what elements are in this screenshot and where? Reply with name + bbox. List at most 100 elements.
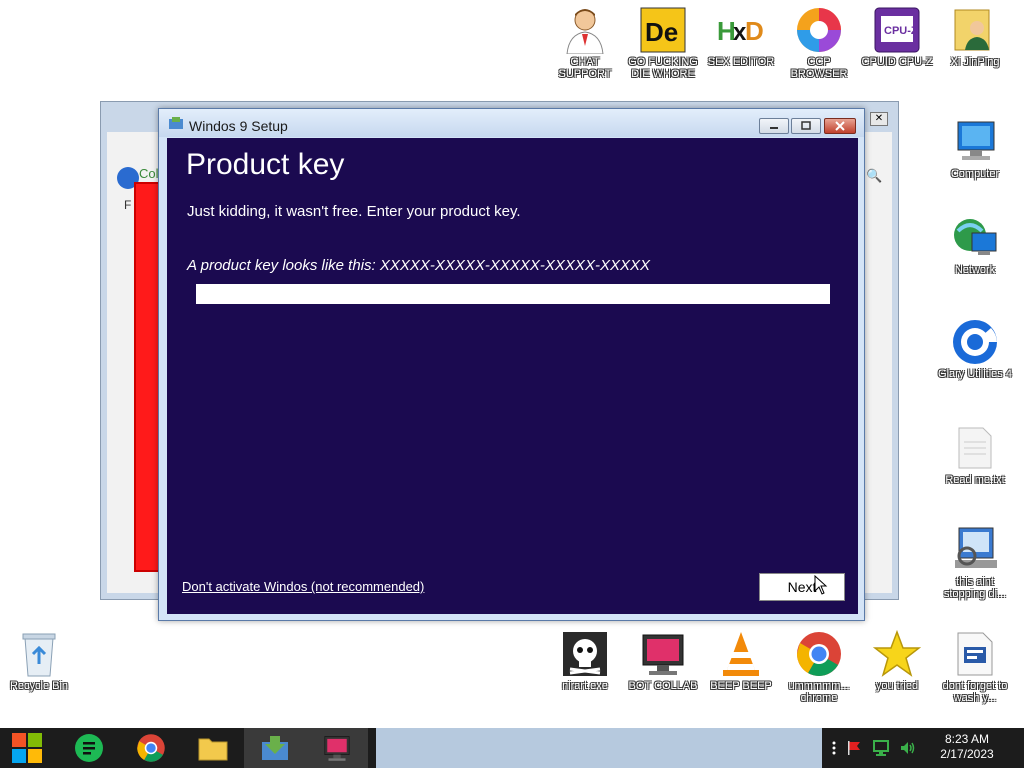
network-tray-icon[interactable] [872,740,890,756]
icon-label: Recycle Bin [9,680,69,692]
dont-activate-link[interactable]: Don't activate Windos (not recommended) [182,579,424,594]
setup-app-icon [169,117,183,129]
desktop-icon-chrome[interactable]: ummmmm... chrome [780,630,858,704]
tray-overflow-icon[interactable] [832,740,836,756]
desktop-icon-network[interactable]: Network [936,214,1014,276]
product-key-input[interactable] [196,284,830,304]
start-button[interactable] [0,728,54,768]
batch-file-icon [951,630,999,678]
taskbar-app-chrome[interactable] [120,728,182,768]
icon-label: this aint stopping di... [943,576,1007,600]
desktop-icon-computer[interactable]: Computer [936,118,1014,180]
icon-label: Glary Utilities 4 [938,368,1012,380]
close-button[interactable] [824,118,856,134]
taskbar-app-explorer[interactable] [182,728,244,768]
desktop-icon-sex-editor[interactable]: HxD SEX EDITOR [702,6,780,68]
recycle-bin-icon [15,630,63,678]
minimize-button[interactable] [759,118,789,134]
volume-icon[interactable] [900,740,916,756]
desktop-icon-you-tried[interactable]: you tried [858,630,936,692]
notes-app-icon [75,734,103,762]
setup-content: Product key Just kidding, it wasn't free… [167,138,858,614]
desktop: CHAT SUPPORT De GO FUCKING DIE WHORE HxD… [0,0,1024,728]
next-button[interactable]: Next [759,573,845,601]
desktop-icon-not-stopping[interactable]: this aint stopping di... [936,526,1014,600]
minimize-icon [770,127,778,129]
glary-icon [951,318,999,366]
maximize-button[interactable] [791,118,821,134]
icon-label: ummmmm... chrome [788,680,850,704]
icon-label: CHAT SUPPORT [558,56,612,80]
mouse-cursor-icon [814,575,828,595]
taskbar-app-notes[interactable] [58,728,120,768]
skull-icon [561,630,609,678]
desktop-icon-nirart[interactable]: nirart.exe [546,630,624,692]
product-key-hint: A product key looks like this: XXXXX-XXX… [187,257,650,274]
desktop-icon-cpuz[interactable]: CPU-Z CPUID CPU-Z [858,6,936,68]
svg-text:CPU-Z: CPU-Z [884,25,918,37]
chrome-icon [795,630,843,678]
desktop-icon-beep-beep[interactable]: BEEP BEEP [702,630,780,692]
desktop-icon-ccp-browser[interactable]: CCP BROWSER [780,6,858,80]
network-icon [951,214,999,262]
folder-icon [198,738,228,761]
taskbar-app-monitor[interactable] [306,728,368,768]
icon-label: BEEP BEEP [710,680,772,692]
taskbar-app-setup[interactable] [244,728,306,768]
flag-icon[interactable] [846,740,862,756]
icon-label: Xi JinPing [950,56,1000,68]
desktop-icon-bot-collab[interactable]: BOT COLLAB [624,630,702,692]
clock-date: 2/17/2023 [940,747,994,761]
close-icon [835,121,845,131]
monitor-icon [324,736,350,761]
icon-label: CCP BROWSER [790,56,848,80]
desktop-icon-glary[interactable]: Glary Utilities 4 [936,318,1014,380]
windows-logo-icon [12,733,42,763]
desktop-icon-read-me[interactable]: Read me.txt [936,424,1014,486]
desktop-icon-die[interactable]: De GO FUCKING DIE WHORE [624,6,702,80]
die-app-icon: De [639,6,687,54]
chrome-icon [137,734,165,762]
svg-text:De: De [645,17,678,47]
menu-letter: F [124,198,132,212]
monitor-icon [639,630,687,678]
icon-label: CPUID CPU-Z [861,56,933,68]
page-title: Product key [186,148,345,181]
background-close-button[interactable]: ✕ [870,112,888,126]
desktop-icon-chat-support[interactable]: CHAT SUPPORT [546,6,624,80]
icon-label: BOT COLLAB [628,680,698,692]
taskbar-empty-area [376,728,822,768]
desktop-icon-wash[interactable]: dont forget to wash y... [936,630,1014,704]
cpuz-icon: CPU-Z [873,6,921,54]
hxd-icon: HxD [717,6,765,54]
browser-icon [795,6,843,54]
system-tray [826,728,920,768]
icon-label: nirart.exe [562,680,608,692]
computer-icon [951,118,999,166]
title-bar[interactable]: Windos 9 Setup [159,109,864,137]
clock-time: 8:23 AM [944,732,990,746]
icon-label: Read me.txt [945,474,1005,486]
icon-label: Computer [950,168,1000,180]
setup-app-icon [262,736,288,760]
svg-text:D: D [745,16,764,46]
icon-label: GO FUCKING DIE WHORE [628,56,698,80]
setup-window[interactable]: Windos 9 Setup Product key Just kidding,… [158,108,865,621]
maximize-icon [801,121,811,130]
window-title: Windos 9 Setup [189,118,288,134]
icon-label: you tried [875,680,919,692]
icon-label: dont forget to wash y... [942,680,1008,704]
taskbar: 8:23 AM 2/17/2023 [0,728,1024,768]
search-icon[interactable]: 🔍 [866,168,882,184]
user-folder-icon [951,6,999,54]
clock[interactable]: 8:23 AM 2/17/2023 [922,732,1012,762]
icon-label: Network [954,264,996,276]
subtitle: Just kidding, it wasn't free. Enter your… [187,203,521,220]
desktop-icon-xi-jinping[interactable]: Xi JinPing [936,6,1014,68]
icon-label: SEX EDITOR [707,56,775,68]
desktop-icon-recycle-bin[interactable]: Recycle Bin [0,630,78,692]
doctor-icon [561,6,609,54]
text-file-icon [951,424,999,472]
star-icon [873,630,921,678]
search-computer-icon [951,526,999,574]
